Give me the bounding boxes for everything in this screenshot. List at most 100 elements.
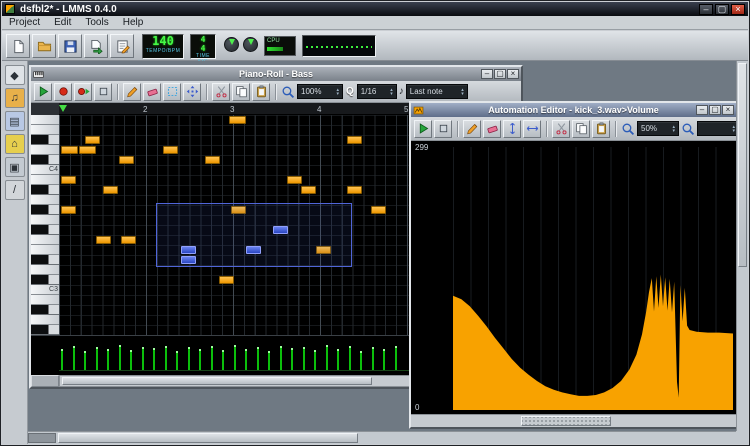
note[interactable] [301, 186, 316, 194]
q-select[interactable]: 1/16 ▴▾ [357, 84, 397, 99]
sidebar-item-my-presets[interactable]: ▤ [5, 111, 25, 131]
note[interactable] [61, 146, 78, 154]
piano-roll-move-mode-button[interactable] [183, 83, 201, 101]
piano-key-b3[interactable] [31, 175, 59, 185]
sidebar-item-my-computer[interactable]: ▣ [5, 157, 25, 177]
piano-roll-maximize-button[interactable]: ▢ [494, 69, 506, 79]
master-volume-knob[interactable] [224, 37, 239, 52]
piano-roll-record-button[interactable] [54, 83, 72, 101]
automation-stop-button[interactable] [434, 120, 452, 138]
velocity-bar[interactable] [349, 346, 351, 371]
playhead-marker[interactable] [59, 105, 67, 112]
velocity-bar[interactable] [222, 350, 224, 371]
automation-flip-y-button[interactable] [503, 120, 521, 138]
note[interactable] [219, 276, 234, 284]
velocity-bar[interactable] [130, 350, 132, 371]
piano-roll-close-button[interactable]: × [507, 69, 519, 79]
piano-key-cs4[interactable] [31, 155, 59, 165]
note[interactable] [121, 236, 136, 244]
velocity-bar[interactable] [372, 347, 374, 371]
velocity-bar[interactable] [61, 349, 63, 371]
automation-erase-mode-button[interactable] [483, 120, 501, 138]
window-minimize-button[interactable]: – [699, 4, 713, 15]
note[interactable] [79, 146, 96, 154]
velocity-bar[interactable] [303, 347, 305, 371]
note[interactable] [61, 206, 76, 214]
note[interactable] [229, 116, 246, 124]
automation-minimize-button[interactable]: – [696, 105, 708, 115]
menu-edit[interactable]: Edit [47, 16, 78, 29]
piano-key-fs3[interactable] [31, 225, 59, 235]
piano-roll-minimize-button[interactable]: – [481, 69, 493, 79]
menu-project[interactable]: Project [2, 16, 47, 29]
workspace-horizontal-scrollbar[interactable] [28, 431, 736, 444]
scrollbar-button[interactable] [28, 433, 56, 443]
automation-draw-mode-button[interactable] [463, 120, 481, 138]
sidebar-item-root-directory[interactable]: / [5, 180, 25, 200]
project-notes-button[interactable] [110, 34, 134, 58]
piano-key-g3[interactable] [31, 215, 59, 225]
piano-key-as2[interactable] [31, 305, 59, 315]
note[interactable] [347, 186, 362, 194]
piano-roll-cut-button[interactable] [212, 83, 230, 101]
zoom-x-select[interactable]: 50% ▴▾ [637, 121, 679, 136]
sidebar-item-my-samples[interactable]: ♫ [5, 88, 25, 108]
master-pitch-knob[interactable] [243, 37, 258, 52]
piano-key-f4[interactable] [31, 115, 59, 125]
automation-scrollbar[interactable] [411, 414, 736, 427]
piano-key-gs3[interactable] [31, 205, 59, 215]
piano-key-cs3[interactable] [31, 275, 59, 285]
scrollbar-handle[interactable] [521, 416, 611, 426]
note[interactable] [103, 186, 118, 194]
tempo-display[interactable]: 140 TEMPO/BPM [142, 34, 184, 59]
window-titlebar[interactable]: dsfbl2* - LMMS 0.4.0 – ▢ × [2, 2, 748, 16]
velocity-bar[interactable] [199, 349, 201, 371]
velocity-bar[interactable] [211, 346, 213, 371]
velocity-bar[interactable] [165, 346, 167, 371]
scrollbar-handle[interactable] [62, 377, 372, 385]
velocity-bar[interactable] [291, 348, 293, 371]
piano-key-e4[interactable] [31, 125, 59, 135]
piano-key-e3[interactable] [31, 245, 59, 255]
piano-key-c4[interactable]: C4 [31, 165, 59, 175]
velocity-bar[interactable] [142, 347, 144, 371]
piano-roll-record-accompany-button[interactable] [74, 83, 92, 101]
piano-roll-stop-button[interactable] [94, 83, 112, 101]
piano-roll-copy-button[interactable] [232, 83, 250, 101]
piano-key-ds3[interactable] [31, 255, 59, 265]
piano-key-gs2[interactable] [31, 325, 59, 335]
automation-curve[interactable] [453, 147, 733, 410]
piano-roll-draw-mode-button[interactable] [123, 83, 141, 101]
piano-key-as3[interactable] [31, 185, 59, 195]
automation-play-button[interactable] [414, 120, 432, 138]
velocity-bar[interactable] [395, 346, 397, 371]
visualization-panel[interactable] [302, 35, 376, 57]
save-project-button[interactable] [58, 34, 82, 58]
piano-roll-titlebar[interactable]: Piano-Roll - Bass – ▢ × [31, 67, 521, 81]
velocity-bar[interactable] [188, 347, 190, 371]
workspace-vertical-scrollbar[interactable] [736, 61, 748, 431]
zoom-select[interactable]: 100% ▴▾ [297, 84, 343, 99]
piano-roll-erase-mode-button[interactable] [143, 83, 161, 101]
velocity-bar[interactable] [119, 345, 121, 371]
piano-key-d3[interactable] [31, 265, 59, 275]
sidebar-item-instrument-plugins[interactable]: ◆ [5, 65, 25, 85]
velocity-bar[interactable] [73, 346, 75, 371]
piano-key-f3[interactable] [31, 235, 59, 245]
scrollbar-handle[interactable] [58, 433, 358, 443]
piano-roll-select-mode-button[interactable] [163, 83, 181, 101]
window-maximize-button[interactable]: ▢ [715, 4, 729, 15]
note[interactable] [371, 206, 386, 214]
piano-key-d4[interactable] [31, 145, 59, 155]
open-project-button[interactable] [32, 34, 56, 58]
velocity-bar[interactable] [383, 349, 385, 371]
automation-cut-button[interactable] [552, 120, 570, 138]
menu-tools[interactable]: Tools [78, 16, 115, 29]
zoom-y-select[interactable]: ▴▾ [697, 121, 736, 136]
velocity-bar[interactable] [326, 345, 328, 371]
velocity-bar[interactable] [96, 347, 98, 371]
note[interactable] [163, 146, 178, 154]
timesig-display[interactable]: 4 4 TIME SIG [190, 34, 216, 59]
note-length-select[interactable]: Last note ▴▾ [406, 84, 468, 99]
automation-maximize-button[interactable]: ▢ [709, 105, 721, 115]
